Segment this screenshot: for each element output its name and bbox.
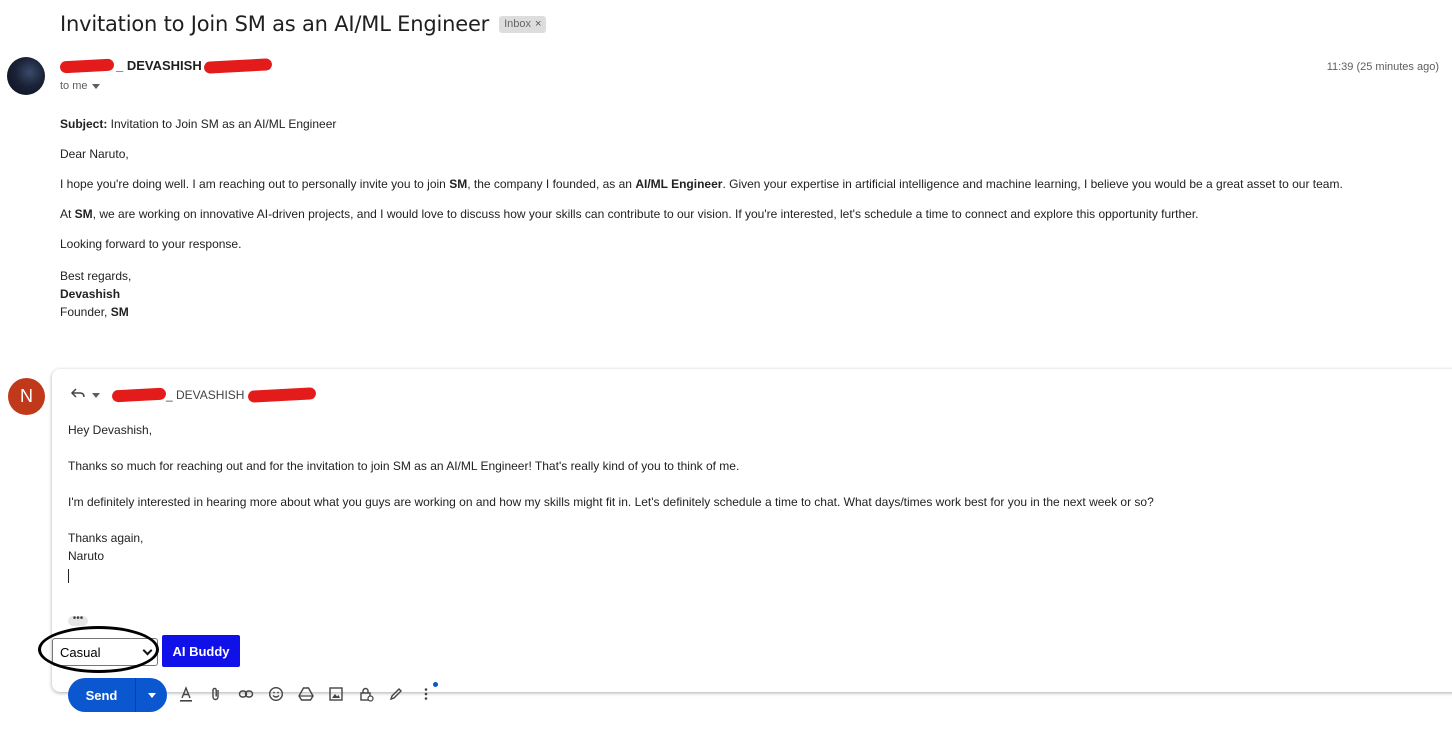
thread-header: Invitation to Join SM as an AI/ML Engine… [60, 12, 547, 36]
subject-text: Invitation to Join SM as an AI/ML Engine… [107, 117, 337, 131]
inbox-label-text: Inbox [504, 18, 532, 30]
reply-body-editor[interactable]: Hey Devashish, Thanks so much for reachi… [68, 421, 1408, 588]
tone-selected-value: Casual [60, 644, 101, 660]
link-icon[interactable] [236, 684, 256, 704]
reply-arrow-icon[interactable] [70, 385, 86, 405]
drive-icon[interactable] [296, 684, 316, 704]
tone-select[interactable]: Casual [52, 638, 158, 666]
sender-avatar[interactable] [7, 57, 45, 95]
to-me-text: to me [60, 80, 88, 92]
reply-line: Naruto [68, 549, 105, 563]
signature-role: Founder, SM [60, 305, 129, 319]
reply-header: _ DEVASHISH [70, 385, 317, 405]
redaction-mark [248, 387, 317, 403]
signature-pen-icon[interactable] [386, 684, 406, 704]
redaction-mark [203, 57, 273, 74]
notification-dot [433, 682, 438, 687]
paragraph-2: At SM, we are working on innovative AI-d… [60, 207, 1199, 221]
paragraph-1: I hope you're doing well. I am reaching … [60, 177, 1343, 191]
reply-line: Thanks so much for reaching out and for … [68, 459, 740, 473]
paragraph-3: Looking forward to your response. [60, 237, 242, 251]
reply-line: Thanks again, [68, 531, 144, 545]
photo-icon[interactable] [326, 684, 346, 704]
message-timestamp: 11:39 (25 minutes ago) [1326, 61, 1439, 73]
redaction-mark [111, 387, 167, 403]
sender-name[interactable]: _ DEVASHISH [116, 58, 202, 73]
chevron-down-icon [147, 692, 156, 698]
closing: Best regards, [60, 269, 132, 283]
chevron-down-icon [142, 645, 153, 655]
reply-line: Hey Devashish, [68, 423, 153, 437]
more-options-icon[interactable] [416, 684, 436, 704]
chevron-down-icon [91, 83, 100, 89]
recipient-details-toggle[interactable]: to me [60, 80, 100, 92]
message-body: Subject: Invitation to Join SM as an AI/… [60, 117, 1420, 321]
confidential-lock-icon[interactable] [356, 684, 376, 704]
redaction-mark [59, 58, 115, 73]
signature-name: Devashish [60, 287, 121, 301]
ai-buddy-button[interactable]: AI Buddy [162, 635, 240, 667]
thread-subject: Invitation to Join SM as an AI/ML Engine… [60, 12, 490, 36]
remove-label-icon[interactable]: × [535, 18, 541, 30]
greeting: Dear Naruto, [60, 147, 129, 161]
attach-icon[interactable] [206, 684, 226, 704]
subject-line: Subject: Invitation to Join SM as an AI/… [60, 117, 1420, 131]
format-text-icon[interactable] [176, 684, 196, 704]
send-options-button[interactable] [136, 678, 167, 712]
reply-type-chevron-icon[interactable] [92, 392, 100, 398]
reply-recipient[interactable]: _ DEVASHISH [106, 387, 317, 403]
inbox-label[interactable]: Inbox × [499, 15, 547, 33]
subject-label: Subject: [60, 117, 108, 131]
send-button-group: Send [68, 678, 167, 712]
user-avatar[interactable]: N [8, 378, 45, 415]
signature: Best regards, Devashish Founder, SM [60, 267, 1420, 321]
compose-toolbar [176, 684, 436, 704]
text-cursor [68, 569, 69, 583]
reply-recipient-name: _ DEVASHISH [166, 388, 245, 402]
show-trimmed-content-button[interactable]: ••• [68, 614, 88, 626]
emoji-icon[interactable] [266, 684, 286, 704]
reply-line: I'm definitely interested in hearing mor… [68, 495, 1154, 509]
send-button[interactable]: Send [68, 678, 136, 712]
reply-compose-box[interactable]: _ DEVASHISH Hey Devashish, Thanks so muc… [52, 369, 1452, 692]
sender-row: _ DEVASHISH [59, 57, 273, 74]
